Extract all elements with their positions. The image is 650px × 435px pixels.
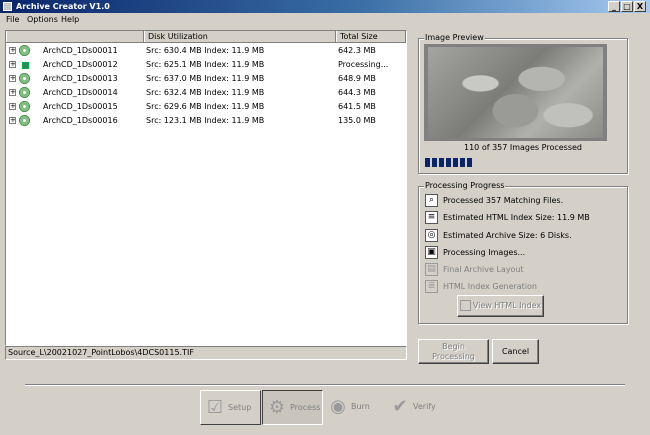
step-text: HTML Index Generation	[443, 282, 537, 291]
verify-button[interactable]: ✔ Verify	[386, 390, 447, 425]
verify-label: Verify	[413, 402, 436, 411]
column-header-name[interactable]	[6, 31, 144, 42]
image-preview-label: Image Preview	[424, 33, 485, 43]
title-bar: Archive Creator V1.0 _ □ X	[0, 0, 650, 13]
verify-icon: ✔	[392, 396, 408, 417]
disk-utilization: Src: 632.4 MB Index: 11.9 MB	[146, 88, 265, 97]
disk-total-size: Processing...	[338, 60, 389, 69]
expand-icon[interactable]: +	[9, 47, 16, 54]
process-button[interactable]: ⚙ Process	[262, 390, 323, 425]
disk-name: ArchCD_1Ds00013	[43, 74, 118, 83]
disk-name: ArchCD_1Ds00011	[43, 46, 118, 55]
step-text: Processing Images...	[443, 248, 526, 257]
maximize-button[interactable]: □	[621, 1, 633, 12]
expand-icon[interactable]: +	[9, 117, 16, 124]
disk-name: ArchCD_1Ds00012	[43, 60, 118, 69]
processing-progress-group: Processing Progress ⌕ Processed 357 Matc…	[418, 181, 628, 324]
disk-total-size: 642.3 MB	[338, 46, 376, 55]
magnifier-icon: ⌕	[425, 194, 438, 207]
close-button[interactable]: X	[634, 1, 646, 12]
disk-name: ArchCD_1Ds00015	[43, 102, 118, 111]
step-text: Final Archive Layout	[443, 265, 524, 274]
cd-disc-icon	[19, 73, 30, 84]
progress-segment	[439, 158, 444, 167]
disk-total-size: 648.9 MB	[338, 74, 376, 83]
setup-label: Setup	[228, 403, 252, 412]
app-icon	[3, 2, 12, 11]
menu-options[interactable]: Options	[27, 15, 58, 24]
toolbar-separator	[25, 384, 625, 386]
list-item[interactable]: + ArchCD_1Ds00012 Src: 625.1 MB Index: 1…	[6, 58, 406, 71]
step-text: Estimated HTML Index Size: 11.9 MB	[443, 213, 590, 222]
view-html-index-button[interactable]: View HTML Index	[457, 295, 544, 317]
html-page-icon: ≡	[425, 211, 438, 224]
menu-help[interactable]: Help	[61, 15, 79, 24]
preview-image	[428, 47, 603, 138]
progress-segment	[446, 158, 451, 167]
layout-icon: ▤	[425, 263, 438, 276]
images-processed-caption: 110 of 357 Images Processed	[464, 143, 582, 152]
html-gen-icon: ≣	[425, 280, 438, 293]
disk-utilization: Src: 629.6 MB Index: 11.9 MB	[146, 102, 265, 111]
cd-disc-icon	[19, 87, 30, 98]
disk-utilization: Src: 123.1 MB Index: 11.9 MB	[146, 116, 265, 125]
gears-icon: ⚙	[268, 397, 286, 418]
progress-segment	[460, 158, 465, 167]
disk-utilization: Src: 630.4 MB Index: 11.9 MB	[146, 46, 265, 55]
cd-disc-icon	[19, 45, 30, 56]
list-item[interactable]: + ArchCD_1Ds00011 Src: 630.4 MB Index: 1…	[6, 44, 406, 57]
burn-label: Burn	[351, 402, 370, 411]
setup-button[interactable]: ☑ Setup	[200, 390, 261, 425]
disk-total-size: 641.5 MB	[338, 102, 376, 111]
window-title: Archive Creator V1.0	[16, 2, 110, 11]
cd-disc-icon	[19, 101, 30, 112]
disk-utilization: Src: 637.0 MB Index: 11.9 MB	[146, 74, 265, 83]
disk-total-size: 135.0 MB	[338, 116, 376, 125]
cancel-button[interactable]: Cancel	[492, 339, 539, 364]
burn-button[interactable]: ◉ Burn	[324, 390, 385, 425]
progress-segment	[432, 158, 437, 167]
view-html-index-label: View HTML Index	[472, 301, 542, 310]
progress-segment	[453, 158, 458, 167]
disk-list[interactable]: Disk Utilization Total Size + ArchCD_1Ds…	[5, 30, 407, 346]
step-text: Processed 357 Matching Files.	[443, 196, 564, 205]
menu-file[interactable]: File	[6, 15, 19, 24]
view-index-icon	[459, 300, 471, 311]
expand-icon[interactable]: +	[9, 103, 16, 110]
cd-burn-icon: ◉	[330, 396, 346, 417]
processing-icon	[22, 62, 29, 69]
process-label: Process	[290, 403, 321, 412]
disk-name: ArchCD_1Ds00016	[43, 116, 118, 125]
list-item[interactable]: + ArchCD_1Ds00014 Src: 632.4 MB Index: 1…	[6, 86, 406, 99]
expand-icon[interactable]: +	[9, 75, 16, 82]
disk-name: ArchCD_1Ds00014	[43, 88, 118, 97]
expand-icon[interactable]: +	[9, 61, 16, 68]
disk-utilization: Src: 625.1 MB Index: 11.9 MB	[146, 60, 265, 69]
column-header-disk-utilization[interactable]: Disk Utilization	[144, 31, 336, 42]
clipboard-check-icon: ☑	[206, 397, 224, 418]
disk-stack-icon: ◎	[425, 229, 438, 242]
status-path: Source_L\20021027_PointLobos\4DCS0115.TI…	[5, 346, 407, 360]
list-header: Disk Utilization Total Size	[6, 31, 406, 43]
begin-processing-button[interactable]: Begin Processing	[418, 339, 489, 364]
progress-segment	[467, 158, 472, 167]
list-item[interactable]: + ArchCD_1Ds00015 Src: 629.6 MB Index: 1…	[6, 100, 406, 113]
cd-disc-icon	[19, 115, 30, 126]
list-item[interactable]: + ArchCD_1Ds00016 Src: 123.1 MB Index: 1…	[6, 114, 406, 127]
image-progress-bar	[425, 158, 472, 167]
disk-total-size: 644.3 MB	[338, 88, 376, 97]
processing-progress-label: Processing Progress	[424, 181, 506, 191]
image-icon: ▣	[425, 246, 438, 259]
menu-bar: File Options Help	[0, 14, 650, 27]
column-header-total-size[interactable]: Total Size	[336, 31, 406, 42]
list-item[interactable]: + ArchCD_1Ds00013 Src: 637.0 MB Index: 1…	[6, 72, 406, 85]
progress-segment	[425, 158, 430, 167]
minimize-button[interactable]: _	[608, 1, 620, 12]
step-text: Estimated Archive Size: 6 Disks.	[443, 231, 572, 240]
expand-icon[interactable]: +	[9, 89, 16, 96]
